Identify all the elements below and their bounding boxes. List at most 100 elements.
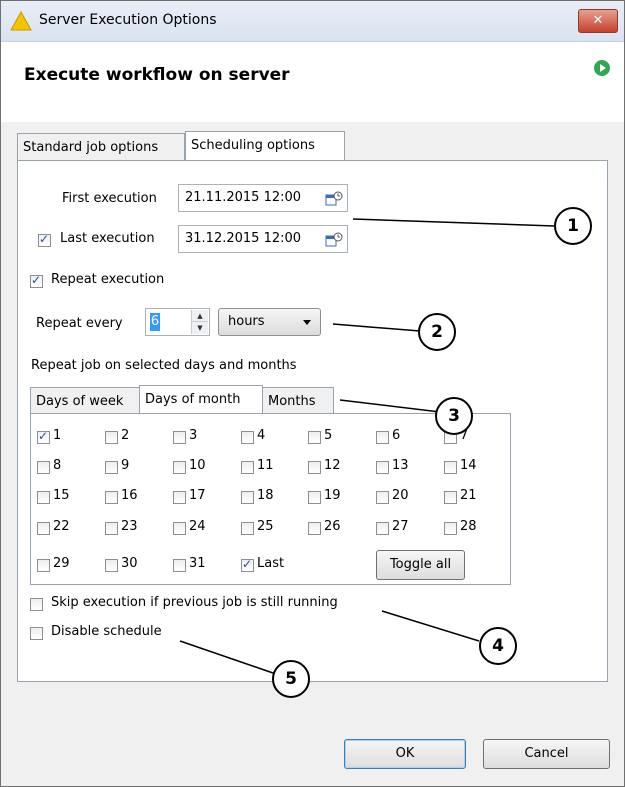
skip-execution-checkbox[interactable] (30, 598, 43, 611)
day-checkbox[interactable] (173, 431, 186, 444)
callout-1: 1 (554, 207, 592, 245)
day-checkbox[interactable] (444, 461, 457, 474)
day-checkbox[interactable] (105, 431, 118, 444)
last-execution-field[interactable]: 31.12.2015 12:00 (178, 225, 348, 253)
day-checkbox[interactable] (37, 429, 50, 444)
run-icon (594, 60, 610, 76)
page-title: Execute workflow on server (24, 65, 290, 85)
day-label: 27 (392, 519, 409, 534)
last-execution-checkbox[interactable] (38, 232, 51, 247)
day-checkbox[interactable] (37, 522, 50, 535)
day-label: 3 (189, 428, 198, 443)
day-label: 22 (53, 519, 70, 534)
close-button[interactable]: ✕ (578, 9, 618, 33)
day-label: 25 (257, 519, 274, 534)
day-checkbox[interactable] (308, 461, 321, 474)
day-label: 20 (392, 488, 409, 503)
day-label: 15 (53, 488, 70, 503)
window-title: Server Execution Options (39, 12, 217, 28)
ok-button[interactable]: OK (344, 739, 466, 769)
day-label: 16 (121, 488, 138, 503)
day-checkbox[interactable] (308, 431, 321, 444)
day-label: 30 (121, 556, 138, 571)
day-checkbox[interactable] (376, 522, 389, 535)
day-label: 5 (324, 428, 333, 443)
day-label: 1 (53, 428, 62, 443)
skip-execution-label: Skip execution if previous job is still … (51, 595, 338, 610)
day-checkbox[interactable] (444, 491, 457, 504)
day-label: 6 (392, 428, 401, 443)
repeat-execution-checkbox[interactable] (30, 273, 43, 288)
day-label: 2 (121, 428, 130, 443)
tab-days-of-month[interactable]: Days of month (139, 385, 263, 414)
day-checkbox[interactable] (308, 522, 321, 535)
day-checkbox[interactable] (173, 522, 186, 535)
day-label: 23 (121, 519, 138, 534)
repeat-unit-value: hours (228, 314, 265, 329)
repeat-execution-label: Repeat execution (51, 272, 165, 287)
day-label: 24 (189, 519, 206, 534)
day-label: 21 (460, 488, 477, 503)
day-label: 10 (189, 458, 206, 473)
stepper-buttons: ▲ ▼ (191, 310, 208, 334)
callout-2: 2 (418, 313, 456, 351)
cancel-button[interactable]: Cancel (483, 739, 610, 769)
chevron-down-icon (303, 320, 311, 325)
day-checkbox[interactable] (37, 491, 50, 504)
calendar-clock-icon[interactable] (325, 232, 343, 247)
first-execution-field[interactable]: 21.11.2015 12:00 (178, 184, 348, 212)
repeat-every-stepper[interactable]: 6 ▲ ▼ (145, 308, 210, 336)
day-label: 9 (121, 458, 130, 473)
day-label: 18 (257, 488, 274, 503)
tab-months[interactable]: Months (262, 387, 334, 414)
day-checkbox[interactable] (376, 491, 389, 504)
day-label: 31 (189, 556, 206, 571)
last-execution-value: 31.12.2015 12:00 (185, 231, 302, 246)
day-checkbox[interactable] (241, 461, 254, 474)
day-label: 8 (53, 458, 62, 473)
day-label: 11 (257, 458, 274, 473)
day-checkbox[interactable] (241, 491, 254, 504)
day-checkbox[interactable] (37, 559, 50, 572)
calendar-clock-icon[interactable] (325, 191, 343, 206)
tab-scheduling-options[interactable]: Scheduling options (185, 131, 345, 160)
warning-icon (10, 11, 32, 31)
days-months-label: Repeat job on selected days and months (31, 358, 297, 373)
day-checkbox[interactable] (241, 557, 254, 572)
day-checkbox[interactable] (241, 431, 254, 444)
callout-5: 5 (272, 660, 310, 698)
first-execution-value: 21.11.2015 12:00 (185, 190, 302, 205)
day-checkbox[interactable] (308, 491, 321, 504)
day-checkbox[interactable] (173, 559, 186, 572)
day-label: 26 (324, 519, 341, 534)
day-checkbox[interactable] (37, 461, 50, 474)
callout-3: 3 (435, 397, 473, 435)
callout-4: 4 (479, 627, 517, 665)
repeat-unit-select[interactable]: hours (218, 308, 321, 336)
tab-days-of-week[interactable]: Days of week (30, 387, 140, 414)
day-checkbox[interactable] (173, 491, 186, 504)
tab-standard-job-options[interactable]: Standard job options (17, 133, 185, 160)
day-checkbox[interactable] (241, 522, 254, 535)
day-label: 29 (53, 556, 70, 571)
day-label: 4 (257, 428, 266, 443)
day-checkbox[interactable] (173, 461, 186, 474)
day-label: 13 (392, 458, 409, 473)
day-label: 14 (460, 458, 477, 473)
day-checkbox[interactable] (105, 522, 118, 535)
repeat-every-value: 6 (150, 313, 160, 331)
stepper-down-icon[interactable]: ▼ (192, 322, 208, 334)
header-area: Execute workflow on server (1, 42, 624, 122)
toggle-all-button[interactable]: Toggle all (376, 550, 465, 580)
title-bar: Server Execution Options ✕ (1, 1, 624, 42)
disable-schedule-checkbox[interactable] (30, 627, 43, 640)
day-checkbox[interactable] (444, 522, 457, 535)
day-checkbox[interactable] (105, 559, 118, 572)
day-checkbox[interactable] (105, 491, 118, 504)
stepper-up-icon[interactable]: ▲ (192, 310, 208, 322)
day-checkbox[interactable] (376, 461, 389, 474)
repeat-every-label: Repeat every (36, 316, 123, 331)
day-checkbox[interactable] (105, 461, 118, 474)
day-checkbox[interactable] (376, 431, 389, 444)
day-label: Last (257, 556, 285, 571)
